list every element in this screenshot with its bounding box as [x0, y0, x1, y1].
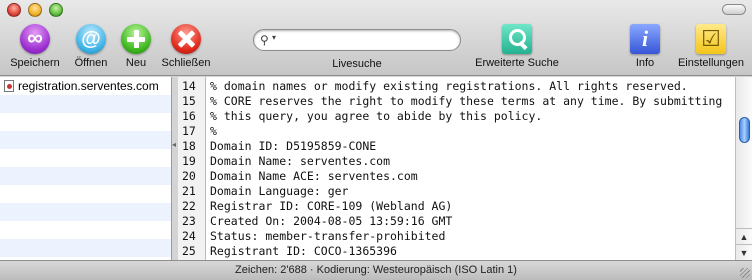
scrollbar-thumb[interactable]	[739, 117, 750, 143]
text-line: 19 Domain Name: serventes.com	[178, 154, 734, 169]
empty-row	[0, 203, 171, 221]
text-line: 22 Registrar ID: CORE-109 (Webland AG)	[178, 199, 734, 214]
line-number: 23	[182, 214, 196, 228]
new-icon	[121, 24, 151, 54]
save-button[interactable]: Speichern	[8, 24, 62, 69]
magnifier-icon	[502, 24, 532, 54]
line-text: Domain ID: D5195859-CONE	[210, 139, 377, 153]
search-icon: ⚲	[260, 33, 269, 47]
empty-row	[0, 239, 171, 257]
line-number: 18	[182, 139, 196, 153]
text-lines: 14 % domain names or modify existing regi…	[178, 79, 734, 259]
info-label: Info	[635, 57, 655, 69]
line-number: 22	[182, 199, 196, 213]
empty-row	[0, 131, 171, 149]
document-list: registration.serventes.com	[0, 77, 172, 260]
line-number: 14	[182, 79, 196, 93]
line-number: 15	[182, 94, 196, 108]
open-icon	[76, 24, 106, 54]
document-list-item[interactable]: registration.serventes.com	[0, 77, 171, 95]
app-window: Speichern Öffnen Neu Schließen ⚲ ▾ Lives…	[0, 0, 752, 280]
open-button[interactable]: Öffnen	[66, 24, 116, 69]
toolbar: Speichern Öffnen Neu Schließen ⚲ ▾ Lives…	[0, 0, 752, 76]
empty-row	[0, 95, 171, 113]
line-text: Registrant ID: COCO-1365396	[210, 244, 397, 258]
line-number: 19	[182, 154, 196, 168]
text-line: 21 Domain Language: ger	[178, 184, 734, 199]
line-number: 21	[182, 184, 196, 198]
empty-row	[0, 149, 171, 167]
save-icon	[20, 24, 50, 54]
resize-grip-icon[interactable]	[740, 268, 750, 278]
line-text: Domain Language: ger	[210, 184, 349, 198]
line-text: Domain Name ACE: serventes.com	[210, 169, 418, 183]
document-icon	[4, 79, 14, 92]
settings-button[interactable]: Einstellungen	[676, 24, 746, 69]
info-icon	[630, 24, 660, 54]
window-zoom-button[interactable]	[49, 3, 63, 17]
open-label: Öffnen	[74, 57, 108, 69]
line-text: Created On: 2004-08-05 13:59:16 GMT	[210, 214, 453, 228]
status-text: Zeichen: 2'688 · Kodierung: Westeuropäis…	[235, 264, 517, 276]
document-list-item-label: registration.serventes.com	[18, 79, 159, 93]
text-line: 15 % CORE reserves the right to modify th…	[178, 94, 734, 109]
close-document-button[interactable]: Schließen	[158, 24, 214, 69]
empty-row	[0, 185, 171, 203]
checkbox-icon	[696, 24, 726, 54]
text-line: 18 Domain ID: D5195859-CONE	[178, 139, 734, 154]
empty-row	[0, 167, 171, 185]
line-text: % domain names or modify existing regist…	[210, 79, 688, 93]
line-number: 25	[182, 244, 196, 258]
new-button[interactable]: Neu	[118, 24, 154, 69]
text-line: 16 % this query, you agree to abide by th…	[178, 109, 734, 124]
advanced-search-label: Erweiterte Suche	[475, 57, 559, 69]
text-line: 24 Status: member-transfer-prohibited	[178, 229, 734, 244]
scroll-up-arrow-icon[interactable]: ▲	[736, 228, 752, 244]
chevron-down-icon[interactable]: ▾	[272, 33, 276, 42]
close-document-label: Schließen	[161, 57, 211, 69]
status-bar: Zeichen: 2'688 · Kodierung: Westeuropäis…	[0, 260, 752, 280]
text-view[interactable]: 14 % domain names or modify existing regi…	[178, 77, 752, 260]
vertical-scrollbar[interactable]: ▲ ▼	[735, 77, 752, 260]
new-label: Neu	[125, 57, 147, 69]
line-text: %	[210, 124, 217, 138]
live-search-input[interactable]	[282, 32, 452, 48]
save-label: Speichern	[10, 57, 60, 69]
settings-label: Einstellungen	[677, 57, 745, 69]
info-button[interactable]: Info	[628, 24, 662, 69]
text-line: 20 Domain Name ACE: serventes.com	[178, 169, 734, 184]
empty-row	[0, 221, 171, 239]
close-icon	[171, 24, 201, 54]
line-number: 17	[182, 124, 196, 138]
line-text: Domain Name: serventes.com	[210, 154, 391, 168]
live-search-field[interactable]: ⚲ ▾	[253, 29, 461, 51]
line-number: 20	[182, 169, 196, 183]
text-line: 23 Created On: 2004-08-05 13:59:16 GMT	[178, 214, 734, 229]
line-text: % this query, you agree to abide by this…	[210, 109, 543, 123]
line-text: % CORE reserves the right to modify thes…	[210, 94, 723, 108]
line-number: 24	[182, 229, 196, 243]
text-line: 17%	[178, 124, 734, 139]
text-line: 14 % domain names or modify existing regi…	[178, 79, 734, 94]
line-text: Registrar ID: CORE-109 (Webland AG)	[210, 199, 453, 213]
live-search-label: Livesuche	[332, 58, 382, 70]
empty-row	[0, 113, 171, 131]
window-minimize-button[interactable]	[28, 3, 42, 17]
scroll-down-arrow-icon[interactable]: ▼	[736, 244, 752, 260]
text-line: 25 Registrant ID: COCO-1365396	[178, 244, 734, 259]
advanced-search-button[interactable]: Erweiterte Suche	[472, 24, 562, 69]
window-close-button[interactable]	[7, 3, 21, 17]
line-number: 16	[182, 109, 196, 123]
line-text: Status: member-transfer-prohibited	[210, 229, 446, 243]
toolbar-toggle-button[interactable]	[722, 4, 746, 15]
